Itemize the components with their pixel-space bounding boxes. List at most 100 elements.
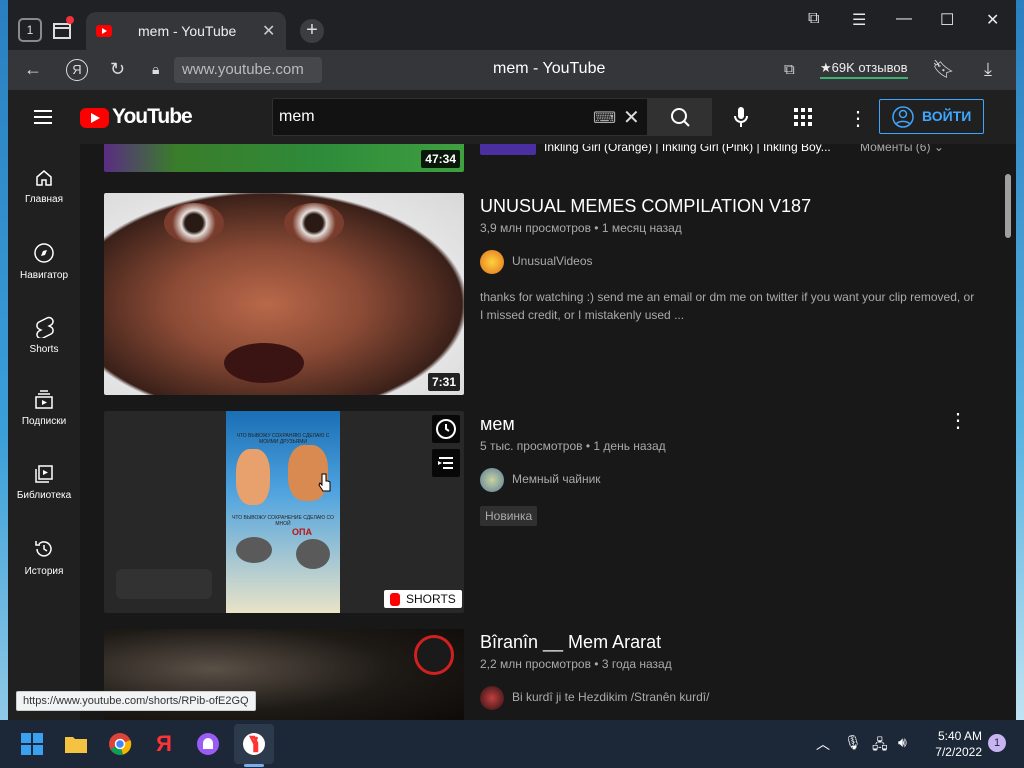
youtube-header: YouTube mem ⌨ ✕ ⋮ ВОЙТИ [8, 90, 1016, 144]
cartoon-rat [236, 537, 272, 563]
network-icon[interactable]: 🖧︎ [872, 734, 888, 758]
yandex-browser-active-icon[interactable] [242, 732, 266, 756]
mini-sidebar: Главная Навигатор Shorts Подписки Библио… [8, 144, 80, 720]
youtube-logo-icon[interactable] [80, 108, 109, 128]
download-icon[interactable]: ⤓ [984, 59, 992, 80]
channel-link[interactable]: Bi kurdî ji te Hezdikim /Stranên kurdî/ [480, 686, 709, 710]
sidebar-item-label: Подписки [21, 416, 67, 427]
action-menu-icon[interactable]: ⋮ [948, 408, 968, 433]
alice-icon[interactable] [196, 732, 220, 756]
face-eyes [164, 203, 224, 243]
active-indicator [244, 764, 264, 767]
channel-link[interactable]: Мемный чайник [480, 468, 601, 492]
yandex-browser-icon[interactable]: Я [152, 732, 176, 756]
search-icon [671, 108, 690, 127]
channel-link[interactable]: UnusualVideos [480, 250, 593, 274]
mouse-cursor-icon [318, 473, 331, 492]
share-icon[interactable]: ⧉ [784, 61, 795, 78]
close-tab-icon[interactable]: ✕ [262, 21, 275, 41]
new-tab-button[interactable]: + [300, 19, 324, 43]
reviews-badge[interactable]: ★69K отзывов [820, 60, 908, 79]
watch-later-button[interactable] [432, 415, 460, 443]
voice-search-icon[interactable] [728, 104, 754, 130]
sidebar-item-home[interactable]: Главная [8, 168, 80, 205]
sidebar-item-library[interactable]: Библиотека [8, 464, 80, 501]
settings-more-icon[interactable]: ⋮ [848, 106, 868, 131]
minimize-icon[interactable]: — [896, 10, 912, 28]
bookmarks-panel-icon[interactable]: ⧉ [808, 10, 819, 28]
duration-badge: 7:31 [427, 373, 460, 391]
moments-label: Моменты (6) [860, 144, 931, 154]
library-icon [35, 465, 53, 483]
show-hidden-icons-icon[interactable]: ︿ [816, 734, 830, 754]
shorts-badge: SHORTS [384, 590, 462, 608]
tab-youtube[interactable]: mem - YouTube ✕ [86, 12, 286, 50]
video-thumbnail-partial[interactable]: 47:34 [104, 144, 464, 172]
clock-time: 5:40 AM [937, 729, 982, 743]
scrollbar-thumb[interactable] [1005, 174, 1011, 238]
moments-toggle[interactable]: Моменты (6) ⌄ [860, 144, 944, 154]
volume-icon[interactable]: 🔊︎ [898, 734, 907, 751]
apps-grid-icon[interactable] [794, 108, 812, 126]
sidebar-item-subscriptions[interactable]: Подписки [8, 390, 80, 427]
partial-result-title[interactable]: Inkling Girl (Orange) | Inkling Girl (Pi… [480, 144, 831, 155]
faded-overlay-controls [116, 569, 212, 599]
sidebar-item-label: Shorts [29, 344, 59, 355]
search-input[interactable]: mem [279, 108, 315, 126]
close-window-icon[interactable]: ✕ [986, 10, 999, 30]
cartoon-rat [296, 539, 330, 569]
compass-icon [34, 243, 54, 263]
video-title[interactable]: UNUSUAL MEMES COMPILATION V187 [480, 196, 811, 217]
url-field[interactable]: www.youtube.com [174, 57, 322, 83]
clear-search-icon[interactable]: ✕ [623, 105, 640, 130]
keyboard-icon[interactable]: ⌨ [593, 108, 616, 128]
clock-date: 7/2/2022 [935, 745, 982, 759]
video-title[interactable]: Bîranîn __ Mem Ararat [480, 632, 661, 653]
reload-icon[interactable]: ↻ [110, 59, 125, 80]
add-to-queue-button[interactable] [432, 449, 460, 477]
video-description: thanks for watching :) send me an email … [480, 290, 975, 322]
short-thumbnail[interactable]: ЧТО ВЫВОЖУ СОХРАНЯЮ СДЕЛАЮ С МОИМИ ДРУЗЬ… [104, 411, 464, 613]
clock-icon [436, 419, 456, 439]
back-icon[interactable]: ← [24, 59, 42, 80]
moment-thumbnail [480, 144, 536, 155]
desktop-wallpaper-left [0, 0, 8, 720]
clock[interactable]: 5:40 AM 7/2/2022 [930, 728, 982, 760]
account-icon [892, 106, 914, 128]
sidebar-item-explore[interactable]: Навигатор [8, 242, 80, 281]
sign-in-button[interactable]: ВОЙТИ [879, 99, 984, 134]
search-box[interactable]: mem ⌨ ✕ [272, 98, 648, 136]
face-mouth [224, 343, 304, 383]
video-meta: 5 тыс. просмотров • 1 день назад [480, 439, 666, 453]
browser-menu-icon[interactable]: ☰ [852, 10, 866, 30]
sidebar-item-shorts[interactable]: Shorts [8, 316, 80, 355]
tab-title: mem - YouTube [138, 23, 237, 39]
file-explorer-icon[interactable] [64, 732, 88, 756]
sidebar-item-history[interactable]: История [8, 538, 80, 577]
notification-badge[interactable]: 1 [988, 734, 1006, 752]
youtube-logo-text[interactable]: YouTube [112, 105, 193, 129]
yandex-icon[interactable]: Я [66, 59, 88, 81]
tab-strip: 1 mem - YouTube ✕ + ⧉ ☰ — ☐ ✕ [8, 0, 1016, 50]
search-button[interactable] [648, 98, 712, 136]
queue-icon [438, 457, 453, 469]
video-thumbnail[interactable]: 7:31 [104, 193, 464, 395]
sidebar-item-label: Навигатор [19, 270, 69, 281]
sidebar-item-label: Библиотека [16, 490, 72, 501]
history-icon [35, 541, 52, 557]
sign-in-label: ВОЙТИ [922, 108, 972, 124]
video-title[interactable]: мем [480, 414, 515, 435]
video-meta: 2,2 млн просмотров • 3 года назад [480, 657, 672, 671]
microphone-icon[interactable]: 🎙︎ [844, 734, 862, 751]
chrome-icon[interactable] [108, 732, 132, 756]
home-icon [36, 170, 52, 186]
maximize-icon[interactable]: ☐ [940, 10, 954, 30]
menu-icon[interactable] [34, 110, 52, 124]
tab-count-button[interactable]: 1 [18, 18, 42, 42]
desktop-wallpaper-right [1016, 0, 1024, 720]
bookmark-icon[interactable]: 🔖︎ [932, 59, 955, 80]
duration-badge: 47:34 [421, 150, 460, 168]
windows-start-icon[interactable] [20, 732, 44, 756]
channel-name: Bi kurdî ji te Hezdikim /Stranên kurdî/ [512, 690, 710, 705]
scrollbar[interactable] [1000, 144, 1016, 720]
